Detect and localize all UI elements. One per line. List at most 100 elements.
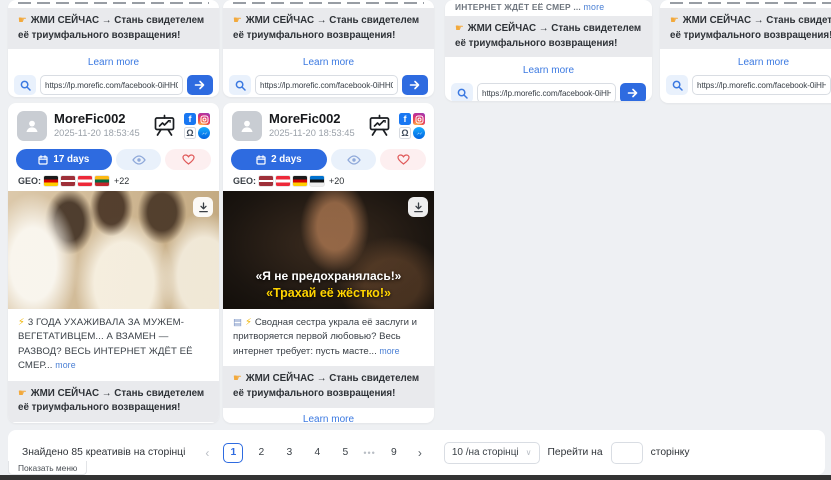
search-icon[interactable]: [666, 75, 688, 95]
landing-url-row: [223, 75, 434, 97]
flag-de-icon: [293, 176, 307, 186]
creative-card-2: MoreFic002 2025-11-20 18:53:45 f Ω 2 day…: [223, 103, 434, 423]
geo-row: GEO: +22: [8, 170, 219, 190]
pointing-finger-icon: [670, 15, 683, 26]
learn-more-link[interactable]: Learn more: [223, 57, 434, 68]
landing-url-input[interactable]: [255, 75, 398, 95]
page-size-select[interactable]: 10 /на сторінці ∨: [444, 442, 540, 464]
learn-more-link[interactable]: Learn more: [8, 57, 219, 68]
learn-more-link[interactable]: Learn more: [660, 57, 831, 68]
flag-lt-icon: [95, 176, 109, 186]
facebook-icon: f: [184, 113, 196, 125]
next-page-button[interactable]: ›: [412, 446, 428, 460]
geo-more-count[interactable]: +22: [114, 176, 129, 186]
views-button[interactable]: [116, 149, 162, 170]
chevron-down-icon: ∨: [526, 448, 532, 457]
audience-network-icon: Ω: [184, 127, 196, 139]
page-button-last[interactable]: 9: [384, 443, 404, 463]
page-button-5[interactable]: 5: [335, 443, 355, 463]
geo-row: GEO: +20: [223, 170, 434, 190]
favorite-button[interactable]: [165, 149, 211, 170]
download-image-button[interactable]: [408, 197, 428, 217]
flag-lv-icon: [61, 176, 75, 186]
analytics-board-icon[interactable]: [152, 114, 177, 142]
lightning-icon: [18, 317, 28, 328]
open-url-button[interactable]: [402, 75, 428, 95]
ad-body-text: Сводная сестра украла её заслуги и притв…: [223, 309, 434, 363]
instagram-icon: [413, 113, 425, 125]
open-url-button[interactable]: [620, 83, 646, 101]
ad-headline: ЖМИ СЕЙЧАС → Стань свидетелем её триумфа…: [223, 8, 434, 49]
landing-url-row: [8, 75, 219, 97]
more-link[interactable]: more: [55, 360, 75, 370]
landing-url-input[interactable]: [692, 75, 831, 95]
learn-more-link[interactable]: Learn more: [445, 65, 652, 76]
more-link[interactable]: more: [583, 2, 604, 12]
days-active-button[interactable]: 2 days: [231, 149, 327, 170]
geo-label: GEO:: [233, 176, 256, 186]
clipped-text-line: [18, 2, 209, 4]
pagination-ellipsis[interactable]: •••: [363, 448, 375, 458]
creative-card-partial-3: ИНТЕРНЕТ ЖДЁТ ЕЁ СМЕР ... more ЖМИ СЕЙЧА…: [445, 0, 652, 101]
creative-card-1: MoreFic002 2025-11-20 18:53:45 f Ω 17 da…: [8, 103, 219, 423]
goto-page-input[interactable]: [611, 442, 643, 464]
creative-card-partial-1: ЖМИ СЕЙЧАС → Стань свидетелем её триумфа…: [8, 0, 219, 97]
analytics-board-icon[interactable]: [367, 114, 392, 142]
download-image-button[interactable]: [193, 197, 213, 217]
pointing-finger-icon: [233, 15, 246, 26]
more-link[interactable]: more: [379, 346, 399, 356]
search-icon[interactable]: [451, 83, 473, 101]
creative-card-partial-2: ЖМИ СЕЙЧАС → Стань свидетелем её триумфа…: [223, 0, 434, 97]
landing-url-input[interactable]: [477, 83, 616, 101]
advertiser-name[interactable]: MoreFic002: [54, 111, 145, 126]
page-button-4[interactable]: 4: [307, 443, 327, 463]
ad-body-text: 3 ГОДА УХАЖИВАЛА ЗА МУЖЕМ-ВЕГЕТАТИВЦЕМ..…: [8, 309, 219, 378]
geo-flags: [44, 176, 109, 186]
search-icon[interactable]: [14, 75, 36, 95]
page-button-3[interactable]: 3: [279, 443, 299, 463]
creative-image-glass[interactable]: «Я не предохранялась!» «Трахай её жёстко…: [223, 191, 434, 309]
clipped-text-line: [233, 2, 424, 4]
creative-datetime: 2025-11-20 18:53:45: [269, 128, 360, 138]
overlay-line-1: «Я не предохранялась!»: [223, 269, 434, 285]
pointing-finger-icon: [233, 373, 246, 384]
clipped-text-line: [670, 2, 831, 4]
geo-label: GEO:: [18, 176, 41, 186]
ad-headline: ЖМИ СЕЙЧАС → Стань свидетелем её триумфа…: [223, 366, 434, 407]
audience-network-icon: Ω: [399, 127, 411, 139]
advertiser-name[interactable]: MoreFic002: [269, 111, 360, 126]
landing-url-row: [660, 75, 831, 101]
bottom-edge-bar: [0, 475, 831, 480]
pointing-finger-icon: [18, 388, 31, 399]
flag-at-icon: [78, 176, 92, 186]
flag-lv-icon: [259, 176, 273, 186]
page-button-2[interactable]: 2: [251, 443, 271, 463]
advertiser-header: MoreFic002 2025-11-20 18:53:45 f Ω: [223, 103, 434, 146]
placements-grid: f Ω: [184, 113, 210, 139]
creative-card-partial-4: ЖМИ СЕЙЧАС → Стань свидетелем её триумфа…: [660, 0, 831, 103]
views-button[interactable]: [331, 149, 377, 170]
creative-image-wedding[interactable]: [8, 191, 219, 309]
days-active-button[interactable]: 17 days: [16, 149, 112, 170]
page-button-1[interactable]: 1: [223, 443, 243, 463]
truncated-ad-text: ИНТЕРНЕТ ЖДЁТ ЕЁ СМЕР ... more: [445, 0, 652, 12]
facebook-icon: f: [399, 113, 411, 125]
favorite-button[interactable]: [380, 149, 426, 170]
learn-more-link[interactable]: Learn more: [223, 414, 434, 423]
pointing-finger-icon: [18, 15, 31, 26]
book-icon: [233, 317, 245, 328]
creative-datetime: 2025-11-20 18:53:45: [54, 128, 145, 138]
landing-url-input[interactable]: [40, 75, 183, 95]
prev-page-button[interactable]: ‹: [199, 446, 215, 460]
page-size-value: 10 /на сторінці: [452, 447, 519, 458]
instagram-icon: [198, 113, 210, 125]
placements-grid: f Ω: [399, 113, 425, 139]
flag-at-icon: [276, 176, 290, 186]
messenger-icon: [413, 127, 425, 139]
flag-de-icon: [44, 176, 58, 186]
geo-more-count[interactable]: +20: [329, 176, 344, 186]
show-menu-toggle[interactable]: Показать меню: [8, 461, 87, 475]
image-text-overlay: «Я не предохранялась!» «Трахай её жёстко…: [223, 269, 434, 301]
open-url-button[interactable]: [187, 75, 213, 95]
search-icon[interactable]: [229, 75, 251, 95]
